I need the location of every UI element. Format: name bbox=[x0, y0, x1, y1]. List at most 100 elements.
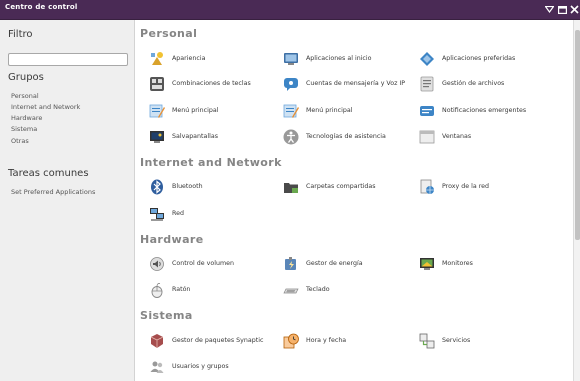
users-groups-icon bbox=[148, 358, 166, 376]
sidebar-item-personal[interactable]: Personal bbox=[11, 92, 39, 100]
window-title: Centro de control bbox=[5, 3, 78, 11]
sidebar-item-internet-and-network[interactable]: Internet and Network bbox=[11, 103, 80, 111]
app-label: Bluetooth bbox=[172, 183, 203, 190]
network-proxy-icon bbox=[418, 178, 436, 196]
app-menu-principal-2[interactable]: Menú principal bbox=[282, 100, 352, 122]
sidebar-item-hardware[interactable]: Hardware bbox=[11, 114, 42, 122]
app-raton[interactable]: Ratón bbox=[148, 279, 190, 301]
sidebar: Filtro Grupos Personal Internet and Netw… bbox=[0, 20, 135, 381]
app-label: Menú principal bbox=[172, 107, 219, 114]
synaptic-icon bbox=[148, 332, 166, 350]
power-icon bbox=[282, 255, 300, 273]
shared-folders-icon bbox=[282, 178, 300, 196]
sidebar-item-otras[interactable]: Otras bbox=[11, 137, 29, 145]
app-red[interactable]: Red bbox=[148, 203, 184, 225]
app-label: Aplicaciones al inicio bbox=[306, 55, 372, 62]
app-carpetas-compartidas[interactable]: Carpetas compartidas bbox=[282, 176, 376, 198]
main-panel: Personal Apariencia Aplicaciones al inic… bbox=[136, 20, 573, 381]
mouse-icon bbox=[148, 281, 166, 299]
section-title-internet-and-network: Internet and Network bbox=[140, 156, 282, 169]
app-label: Carpetas compartidas bbox=[306, 183, 376, 190]
messaging-icon bbox=[282, 75, 300, 93]
app-gestion-de-archivos[interactable]: Gestión de archivos bbox=[418, 73, 504, 95]
app-monitores[interactable]: Monitores bbox=[418, 253, 473, 275]
app-label: Menú principal bbox=[306, 107, 353, 114]
app-label: Aplicaciones preferidas bbox=[442, 55, 516, 62]
app-label: Gestor de paquetes Synaptic bbox=[172, 337, 264, 344]
keyboard-shortcuts-icon bbox=[148, 75, 166, 93]
app-label: Monitores bbox=[442, 260, 473, 267]
app-teclado[interactable]: Teclado bbox=[282, 279, 330, 301]
common-tasks-heading: Tareas comunes bbox=[8, 168, 89, 179]
main-menu-icon bbox=[148, 102, 166, 120]
app-label: Usuarios y grupos bbox=[172, 363, 229, 370]
section-title-sistema: Sistema bbox=[140, 309, 193, 322]
file-management-icon bbox=[418, 75, 436, 93]
task-set-preferred-applications[interactable]: Set Preferred Applications bbox=[11, 188, 95, 196]
startup-apps-icon bbox=[282, 50, 300, 68]
accessibility-icon bbox=[282, 128, 300, 146]
filter-input[interactable] bbox=[8, 53, 128, 66]
app-label: Servicios bbox=[442, 337, 471, 344]
volume-icon bbox=[148, 255, 166, 273]
minimize-button[interactable] bbox=[543, 4, 555, 15]
windows-icon bbox=[418, 128, 436, 146]
app-salvapantallas[interactable]: Salvapantallas bbox=[148, 126, 218, 148]
app-servicios[interactable]: Servicios bbox=[418, 330, 470, 352]
app-label: Apariencia bbox=[172, 55, 206, 62]
app-label: Cuentas de mensajería y Voz IP bbox=[306, 80, 406, 87]
app-usuarios-y-grupos[interactable]: Usuarios y grupos bbox=[148, 356, 229, 378]
services-icon bbox=[418, 332, 436, 350]
screensaver-icon bbox=[148, 128, 166, 146]
keyboard-icon bbox=[282, 281, 300, 299]
maximize-icon bbox=[557, 5, 567, 14]
section-title-hardware: Hardware bbox=[140, 233, 204, 246]
app-gestor-de-paquetes-synaptic[interactable]: Gestor de paquetes Synaptic bbox=[148, 330, 263, 352]
app-label: Teclado bbox=[306, 286, 330, 293]
app-label: Red bbox=[172, 210, 184, 217]
app-combinaciones-de-teclas[interactable]: Combinaciones de teclas bbox=[148, 73, 251, 95]
app-bluetooth[interactable]: Bluetooth bbox=[148, 176, 203, 198]
filter-heading: Filtro bbox=[8, 29, 33, 40]
app-ventanas[interactable]: Ventanas bbox=[418, 126, 471, 148]
app-apariencia[interactable]: Apariencia bbox=[148, 48, 205, 70]
network-icon bbox=[148, 205, 166, 223]
app-label: Gestión de archivos bbox=[442, 80, 505, 87]
chevron-down-icon bbox=[544, 6, 554, 13]
app-cuentas-de-mensajeria[interactable]: Cuentas de mensajería y Voz IP bbox=[282, 73, 405, 95]
app-label: Combinaciones de teclas bbox=[172, 80, 251, 87]
title-bar: Centro de control bbox=[0, 0, 580, 20]
app-gestor-de-energia[interactable]: Gestor de energía bbox=[282, 253, 363, 275]
time-date-icon bbox=[282, 332, 300, 350]
app-aplicaciones-al-inicio[interactable]: Aplicaciones al inicio bbox=[282, 48, 372, 70]
app-control-de-volumen[interactable]: Control de volumen bbox=[148, 253, 234, 275]
app-aplicaciones-preferidas[interactable]: Aplicaciones preferidas bbox=[418, 48, 515, 70]
scrollbar[interactable] bbox=[573, 20, 580, 381]
app-label: Proxy de la red bbox=[442, 183, 490, 190]
maximize-button[interactable] bbox=[556, 4, 568, 15]
sidebar-item-sistema[interactable]: Sistema bbox=[11, 125, 37, 133]
app-menu-principal[interactable]: Menú principal bbox=[148, 100, 218, 122]
groups-heading: Grupos bbox=[8, 72, 44, 83]
notifications-icon bbox=[418, 102, 436, 120]
app-label: Hora y fecha bbox=[306, 337, 347, 344]
close-button[interactable] bbox=[568, 4, 580, 15]
app-label: Gestor de energía bbox=[306, 260, 363, 267]
monitors-icon bbox=[418, 255, 436, 273]
app-tecnologias-de-asistencia[interactable]: Tecnologías de asistencia bbox=[282, 126, 386, 148]
app-label: Ratón bbox=[172, 286, 191, 293]
scrollbar-thumb[interactable] bbox=[575, 30, 580, 240]
app-label: Control de volumen bbox=[172, 260, 234, 267]
bluetooth-icon bbox=[148, 178, 166, 196]
app-proxy-de-la-red[interactable]: Proxy de la red bbox=[418, 176, 489, 198]
app-label: Notificaciones emergentes bbox=[442, 107, 527, 114]
close-icon bbox=[569, 5, 579, 14]
section-title-personal: Personal bbox=[140, 27, 198, 40]
app-hora-y-fecha[interactable]: Hora y fecha bbox=[282, 330, 346, 352]
appearance-icon bbox=[148, 50, 166, 68]
app-notificaciones-emergentes[interactable]: Notificaciones emergentes bbox=[418, 100, 526, 122]
app-label: Ventanas bbox=[442, 133, 472, 140]
app-label: Tecnologías de asistencia bbox=[306, 133, 386, 140]
preferred-apps-icon bbox=[418, 50, 436, 68]
app-label: Salvapantallas bbox=[172, 133, 219, 140]
